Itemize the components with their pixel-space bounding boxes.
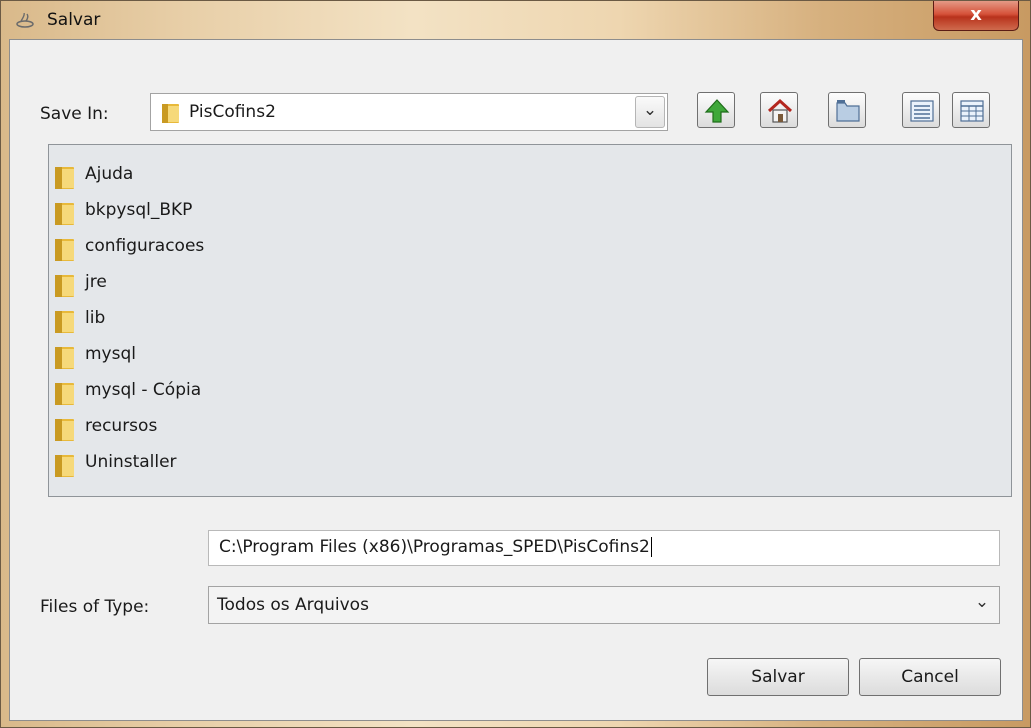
- folder-icon: [54, 274, 76, 303]
- folder-icon: [54, 202, 76, 231]
- file-name-label: recursos: [85, 416, 158, 436]
- file-name-label: Ajuda: [85, 164, 134, 184]
- file-name-field[interactable]: C:\Program Files (x86)\Programas_SPED\Pi…: [208, 530, 1000, 566]
- file-name-label: configuracoes: [85, 236, 205, 256]
- files-of-type-combobox[interactable]: Todos os Arquivos ⌄: [208, 586, 1000, 624]
- close-button[interactable]: x: [933, 1, 1019, 31]
- new-folder-button[interactable]: [828, 92, 866, 128]
- green-up-arrow-icon: [704, 99, 730, 123]
- folder-icon: [54, 238, 76, 267]
- file-name-label: jre: [85, 272, 107, 292]
- window-title: Salvar: [47, 10, 101, 30]
- up-one-level-button[interactable]: [697, 92, 735, 128]
- file-list[interactable]: Ajuda bkpysql_BKP configuracoes jre lib …: [48, 144, 1012, 497]
- save-in-value: PisCofins2: [189, 102, 276, 122]
- file-name-value: C:\Program Files (x86)\Programas_SPED\Pi…: [219, 537, 650, 557]
- details-view-button[interactable]: [952, 92, 990, 128]
- file-name-label: bkpysql_BKP: [85, 200, 193, 220]
- close-icon: x: [970, 4, 982, 25]
- files-of-type-label: Files of Type:: [40, 597, 150, 617]
- folder-icon: [54, 166, 76, 195]
- chevron-down-icon[interactable]: ⌄: [967, 589, 997, 621]
- folder-icon: [54, 454, 76, 483]
- file-name-label: Uninstaller: [85, 452, 177, 472]
- file-name-label: mysql: [85, 344, 136, 364]
- folder-icon: [54, 346, 76, 375]
- folder-icon: [54, 382, 76, 411]
- text-cursor: [650, 537, 652, 557]
- save-button[interactable]: Salvar: [707, 658, 849, 696]
- cancel-button[interactable]: Cancel: [859, 658, 1001, 696]
- save-dialog-window: Salvar x Save In: PisCofins2 ⌄ Ajuda bkp…: [0, 0, 1031, 728]
- file-name-label: mysql - Cópia: [85, 380, 202, 400]
- new-folder-icon: [836, 100, 860, 122]
- list-view-icon: [910, 100, 934, 122]
- files-of-type-value: Todos os Arquivos: [217, 595, 369, 615]
- save-in-combobox[interactable]: PisCofins2 ⌄: [150, 93, 668, 131]
- dialog-body: Save In: PisCofins2 ⌄ Ajuda bkpysql_BKP …: [9, 39, 1023, 721]
- home-icon: [767, 98, 793, 123]
- title-bar[interactable]: Salvar x: [1, 1, 1030, 39]
- details-view-icon: [960, 100, 984, 122]
- list-view-button[interactable]: [902, 92, 940, 128]
- java-app-icon: [15, 12, 35, 29]
- home-button[interactable]: [760, 92, 798, 128]
- folder-icon: [54, 418, 76, 447]
- save-in-label: Save In:: [40, 104, 109, 124]
- chevron-down-icon[interactable]: ⌄: [635, 96, 665, 128]
- folder-icon: [54, 310, 76, 339]
- file-name-label: lib: [85, 308, 106, 328]
- folder-icon: [161, 102, 181, 129]
